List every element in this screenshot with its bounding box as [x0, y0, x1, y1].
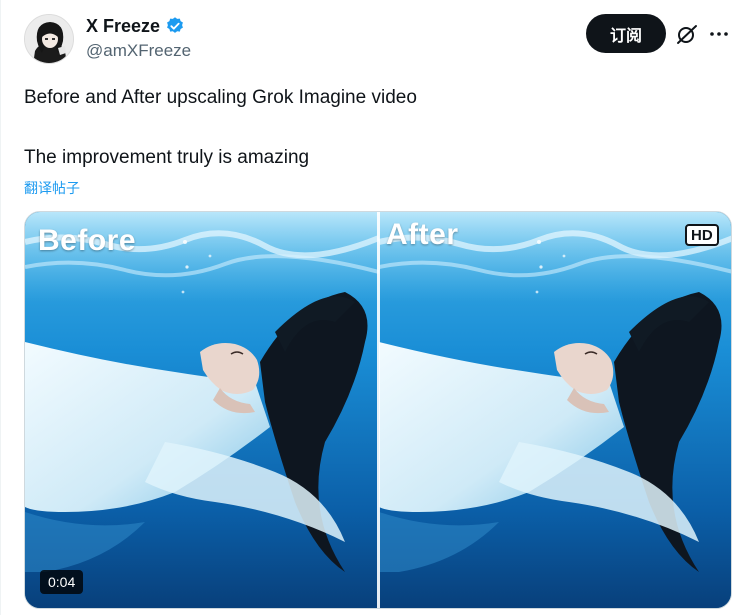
video-frame-before-after [25, 212, 732, 609]
author-handle[interactable]: @amXFreeze [86, 40, 191, 62]
tweet-text-line-1: Before and After upscaling Grok Imagine … [24, 87, 417, 108]
anime-character-avatar-icon [25, 15, 73, 63]
after-label: After [386, 218, 459, 251]
timeline-border [0, 0, 1, 615]
hd-badge: HD [685, 224, 719, 246]
subscribe-button[interactable]: 订阅 [586, 14, 666, 53]
grok-icon[interactable] [675, 22, 699, 46]
more-dots-icon[interactable] [707, 22, 731, 46]
tweet-text: Before and After upscaling Grok Imagine … [24, 86, 724, 170]
video-duration: 0:04 [40, 570, 84, 594]
before-label: Before [38, 224, 137, 257]
author-name-row[interactable]: X Freeze [86, 14, 185, 38]
author-display-name[interactable]: X Freeze [86, 14, 160, 38]
verified-badge-icon [165, 16, 185, 36]
video-player[interactable]: Before After HD 0:04 [24, 211, 732, 609]
tweet-text-line-2: The improvement truly is amazing [24, 147, 310, 168]
before-frame [25, 212, 379, 609]
after-frame [379, 212, 732, 609]
translate-post-link[interactable]: 翻译帖子 [24, 178, 80, 198]
author-avatar[interactable] [24, 14, 74, 64]
